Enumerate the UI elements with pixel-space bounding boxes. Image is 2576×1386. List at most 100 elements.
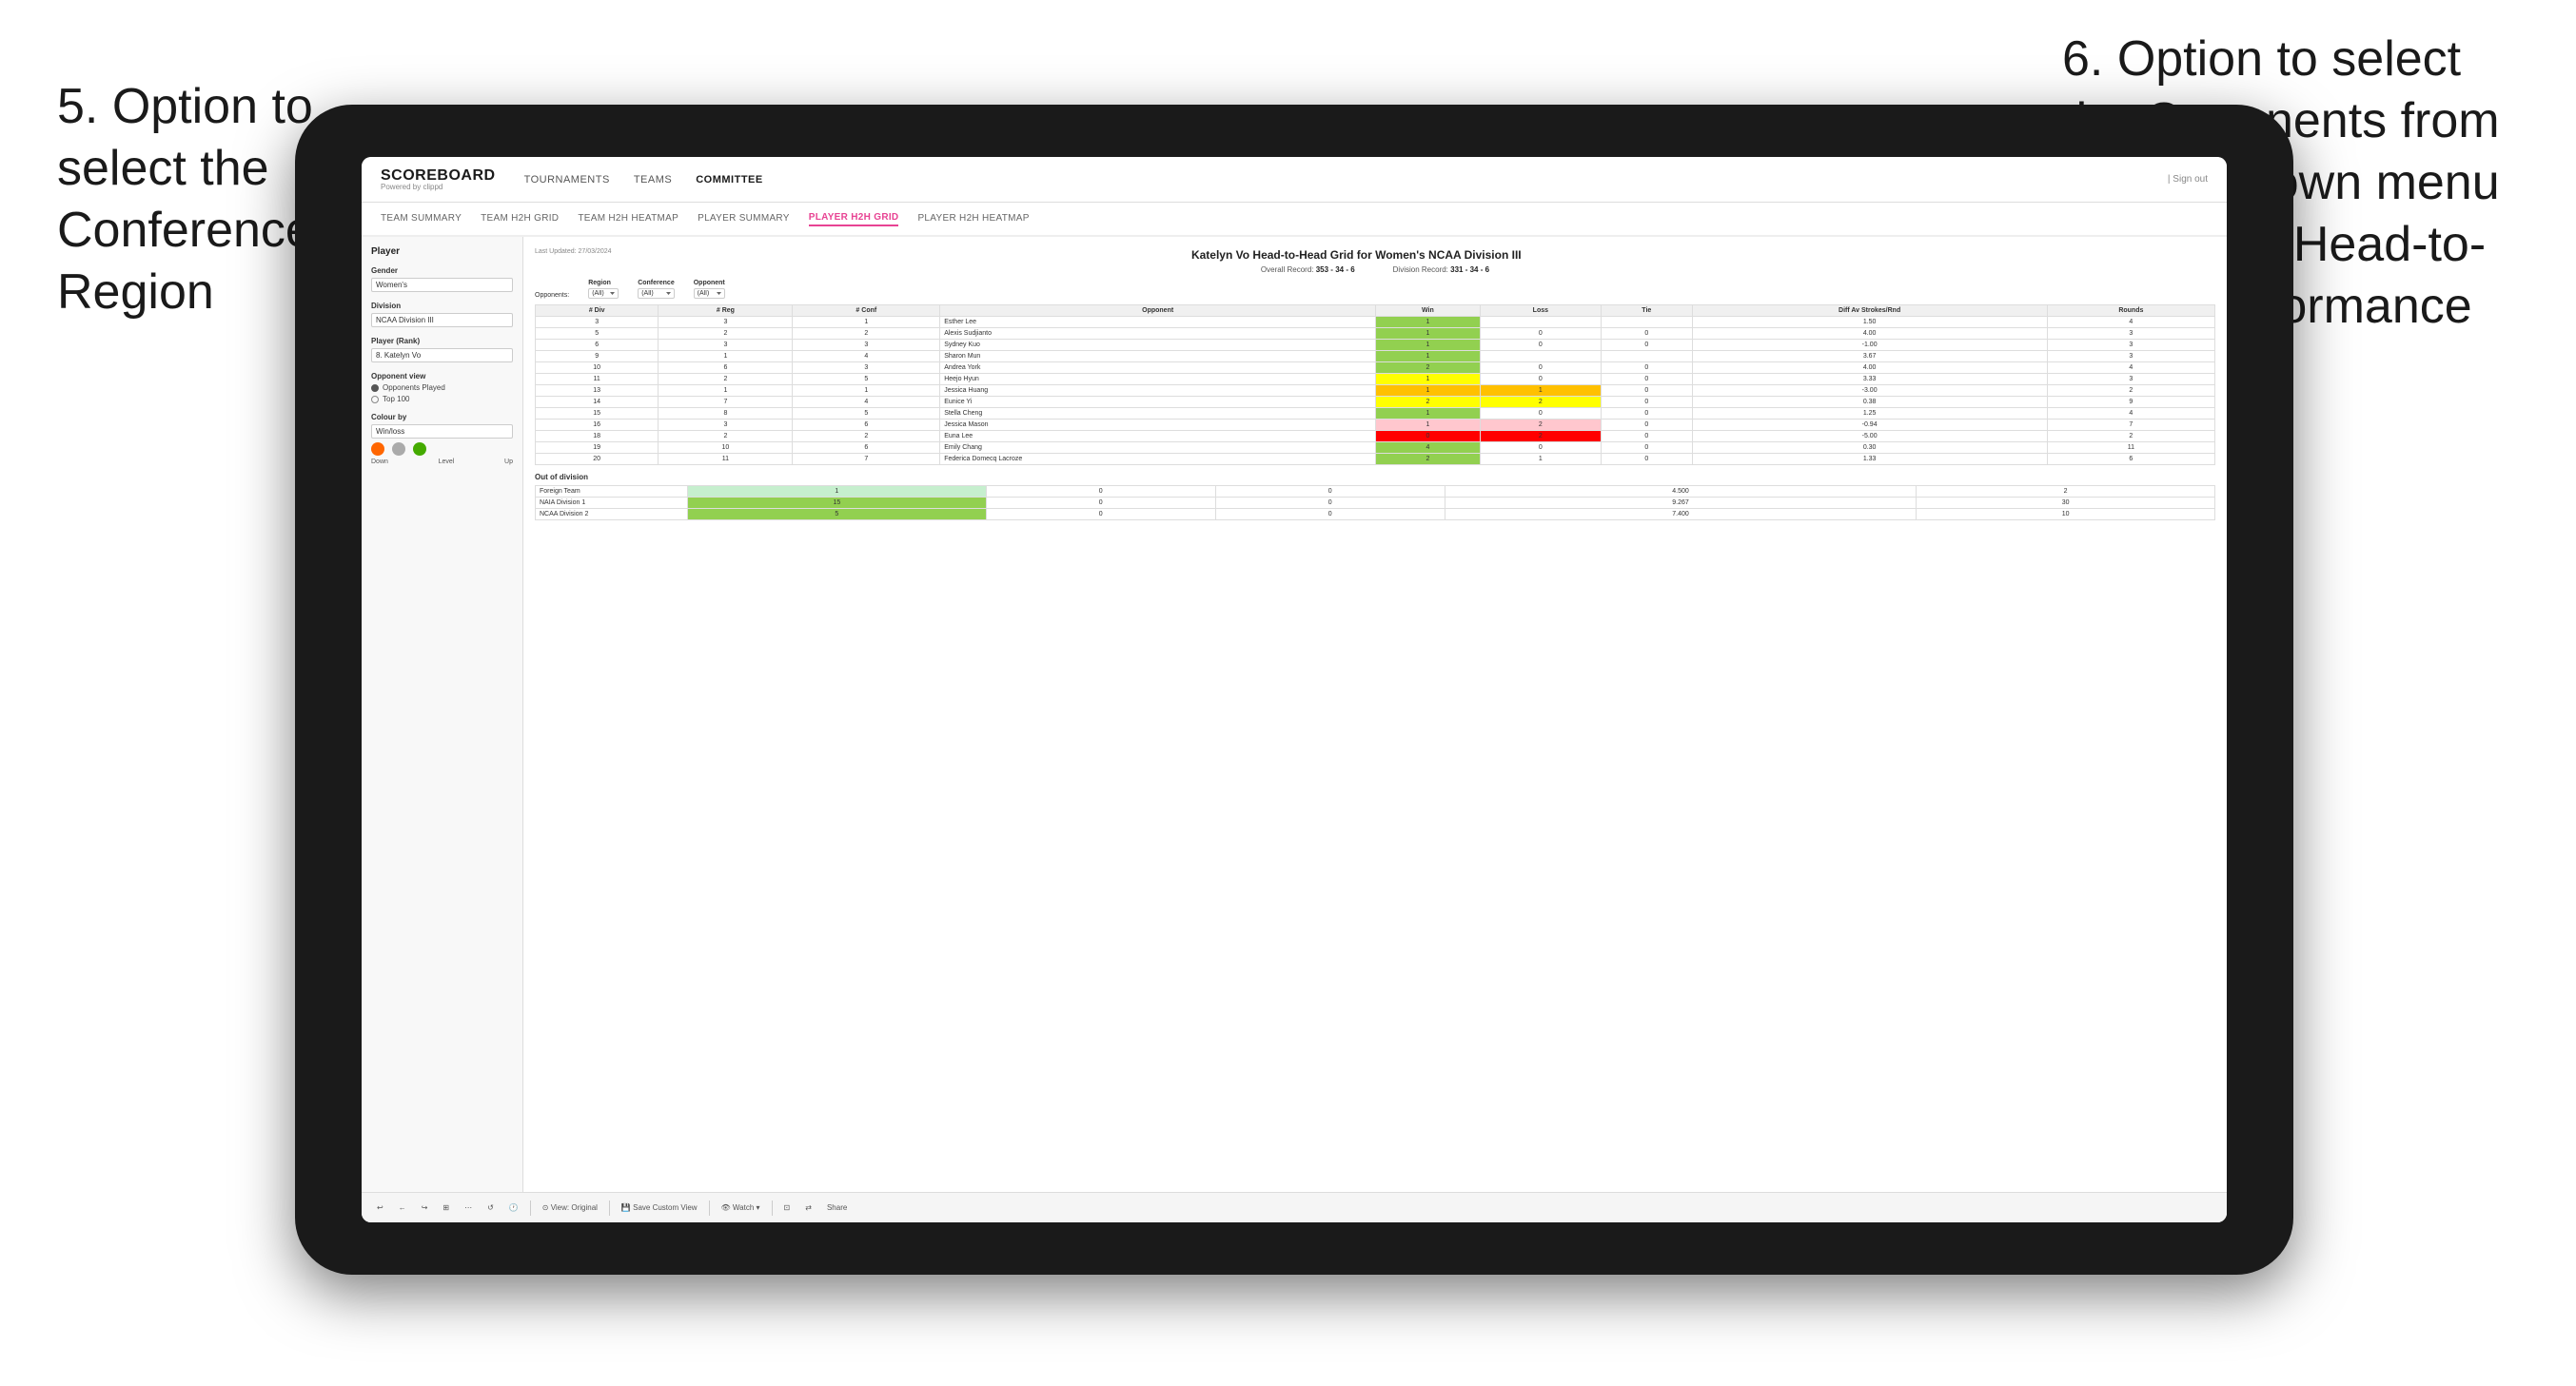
subnav-player-summary[interactable]: PLAYER SUMMARY [698,213,790,225]
main-data-table: # Div # Reg # Conf Opponent Win Loss Tie… [535,304,2215,465]
toolbar-redo[interactable]: ↪ [418,1201,432,1214]
table-row: 914 Sharon Mun 1 3.673 [536,351,2215,362]
region-filter-select[interactable]: (All) [588,288,619,299]
toolbar-back[interactable]: ← [395,1201,410,1214]
player-rank-section: Player (Rank) 8. Katelyn Vo [371,337,513,362]
opponent-played-option[interactable]: Opponents Played [371,383,513,392]
division-select[interactable]: NCAA Division III [371,313,513,327]
opponents-label: Opponents: [535,292,569,299]
conference-filter-select[interactable]: (All) [638,288,675,299]
col-tie: Tie [1602,305,1693,317]
toolbar-share[interactable]: Share [823,1201,851,1214]
player-rank-label: Player (Rank) [371,337,513,345]
subnav-team-h2h-grid[interactable]: TEAM H2H GRID [481,213,559,225]
col-conf: # Conf [793,305,940,317]
col-reg: # Reg [659,305,793,317]
grid-title: Katelyn Vo Head-to-Head Grid for Women's… [612,248,2101,262]
legend-level: Level [439,459,455,465]
toolbar-watch[interactable]: 👁 Watch ▾ [718,1201,764,1214]
toolbar-export[interactable]: ⊡ [780,1201,795,1214]
table-row: Foreign Team 1 0 0 4.500 2 [536,486,2215,498]
table-row: NCAA Division 2 5 0 0 7.400 10 [536,509,2215,520]
top100-label: Top 100 [383,395,409,403]
nav-tournaments[interactable]: TOURNAMENTS [524,174,610,185]
table-row: 1585 Stella Cheng 100 1.254 [536,408,2215,420]
radio-dot-top100 [371,396,379,403]
opponent-view-section: Opponent view Opponents Played Top 100 [371,372,513,403]
subnav-player-h2h-grid[interactable]: PLAYER H2H GRID [809,212,899,226]
table-area: Last Updated: 27/03/2024 Katelyn Vo Head… [523,237,2227,1222]
toolbar-clock[interactable]: 🕐 [505,1201,522,1214]
table-row: 19106 Emily Chang 400 0.3011 [536,442,2215,454]
col-loss: Loss [1480,305,1601,317]
colour-legend-text: Down Level Up [371,459,513,465]
table-row: 1311 Jessica Huang 110 -3.002 [536,385,2215,397]
opponent-filter-select[interactable]: (All) [694,288,725,299]
player-title: Player [371,246,513,257]
gender-section: Gender Women's [371,266,513,292]
logo-sub-text: Powered by clippd [381,184,496,191]
opponent-filter-label: Opponent [694,280,725,286]
toolbar-view-original[interactable]: ⊙ View: Original [539,1201,601,1214]
division-section: Division NCAA Division III [371,302,513,327]
colour-by-select[interactable]: Win/loss [371,424,513,439]
opponent-played-label: Opponents Played [383,383,445,392]
toolbar-refresh[interactable]: ↺ [483,1201,498,1214]
toolbar-dotgrid[interactable]: ⋯ [461,1201,476,1214]
out-of-division-header: Out of division [535,473,2215,481]
conference-filter-group: Conference (All) [638,280,675,299]
subnav-team-summary[interactable]: TEAM SUMMARY [381,213,462,225]
subnav-team-h2h-heatmap[interactable]: TEAM H2H HEATMAP [578,213,678,225]
toolbar-save-custom[interactable]: 💾 Save Custom View [618,1201,701,1214]
tablet-screen: SCOREBOARD Powered by clippd TOURNAMENTS… [362,157,2227,1222]
overall-record-value: 353 - 34 - 6 [1316,265,1355,274]
region-filter-label: Region [588,280,619,286]
tablet-device: SCOREBOARD Powered by clippd TOURNAMENTS… [295,105,2293,1275]
table-row: 1125 Heejo Hyun 100 3.333 [536,374,2215,385]
nav-teams[interactable]: TEAMS [634,174,672,185]
radio-dot-played [371,384,379,392]
colour-legend-dots [371,442,513,456]
main-nav: TOURNAMENTS TEAMS COMMITTEE [524,174,2139,185]
col-rounds: Rounds [2047,305,2214,317]
nav-committee[interactable]: COMMITTEE [696,174,763,185]
conference-filter-label: Conference [638,280,675,286]
toolbar-grid[interactable]: ⊞ [439,1201,453,1214]
gender-select[interactable]: Women's [371,278,513,292]
sign-out-link[interactable]: | Sign out [2168,174,2208,185]
player-rank-select[interactable]: 8. Katelyn Vo [371,348,513,362]
app-header: SCOREBOARD Powered by clippd TOURNAMENTS… [362,157,2227,203]
table-row: 522 Alexis Sudjianto 100 4.003 [536,328,2215,340]
table-row: 1636 Jessica Mason 120 -0.947 [536,420,2215,431]
col-opponent: Opponent [940,305,1376,317]
col-win: Win [1376,305,1481,317]
sidebar: Player Gender Women's Division NCAA Divi… [362,237,523,1222]
toolbar-transfer[interactable]: ⇄ [801,1201,816,1214]
toolbar-sep1 [530,1201,531,1216]
top100-option[interactable]: Top 100 [371,395,513,403]
filter-row: Opponents: Region (All) Conference (All) [535,280,2215,299]
gender-label: Gender [371,266,513,275]
table-row: 1063 Andrea York 200 4.004 [536,362,2215,374]
toolbar-undo[interactable]: ↩ [373,1201,387,1214]
col-diff: Diff Av Strokes/Rnd [1692,305,2047,317]
opponent-view-radio-group: Opponents Played Top 100 [371,383,513,403]
header-right: | Sign out [2168,174,2208,185]
app-logo: SCOREBOARD Powered by clippd [381,168,496,191]
division-label: Division [371,302,513,310]
toolbar-sep3 [709,1201,710,1216]
colour-by-label: Colour by [371,413,513,421]
colour-up [413,442,426,456]
subnav-player-h2h-heatmap[interactable]: PLAYER H2H HEATMAP [917,213,1029,225]
region-filter-group: Region (All) [588,280,619,299]
opponent-filter-group: Opponent (All) [694,280,725,299]
table-row: 20117 Federica Domecq Lacroze 210 1.336 [536,454,2215,465]
bottom-toolbar: ↩ ← ↪ ⊞ ⋯ ↺ 🕐 ⊙ View: Original 💾 Save Cu… [362,1192,2227,1222]
division-record-value: 331 - 34 - 6 [1450,265,1489,274]
logo-text: SCOREBOARD [381,168,496,184]
table-row: 331 Esther Lee 1 1.504 [536,317,2215,328]
division-record-label: Division Record: [1393,265,1448,274]
table-header-info: Last Updated: 27/03/2024 Katelyn Vo Head… [535,248,2215,262]
table-row: NAIA Division 1 15 0 0 9.267 30 [536,498,2215,509]
legend-down: Down [371,459,388,465]
